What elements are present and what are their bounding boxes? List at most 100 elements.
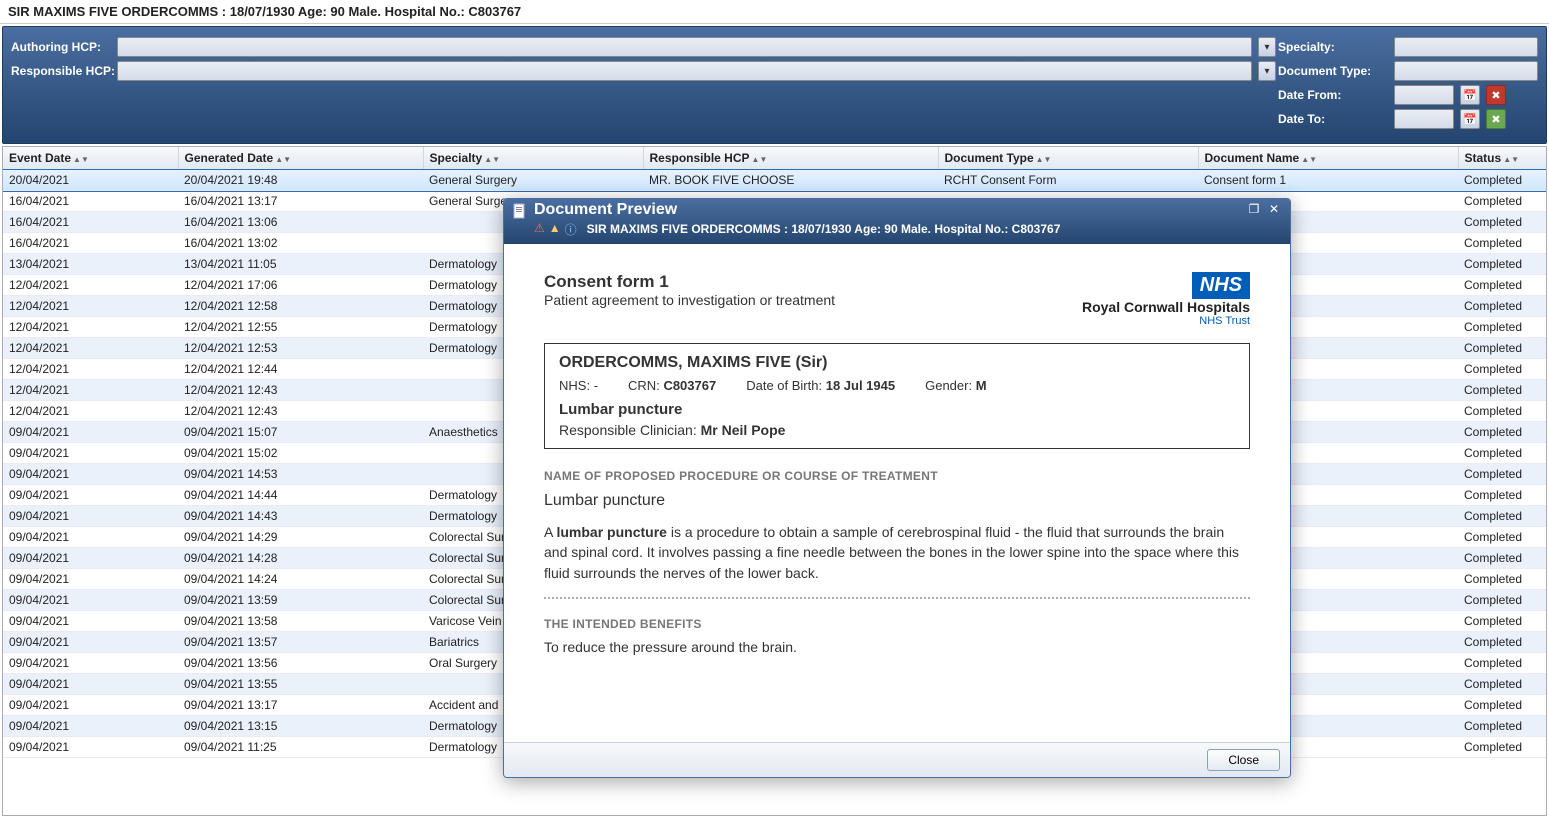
calendar-icon[interactable]: 📅: [1460, 85, 1480, 105]
close-icon[interactable]: ✕: [1266, 203, 1282, 217]
cell-generatedDate: 09/04/2021 14:24: [178, 569, 423, 590]
sort-icon: ▲▼: [1301, 155, 1317, 164]
cell-eventDate: 09/04/2021: [3, 506, 178, 527]
col-responsible-hcp[interactable]: Responsible HCP▲▼: [643, 147, 938, 170]
cell-eventDate: 12/04/2021: [3, 317, 178, 338]
cell-status: Completed: [1458, 338, 1547, 359]
cell-eventDate: 09/04/2021: [3, 716, 178, 737]
cell-eventDate: 09/04/2021: [3, 548, 178, 569]
cell-generatedDate: 09/04/2021 13:58: [178, 611, 423, 632]
cell-status: Completed: [1458, 737, 1547, 758]
crn-label: CRN:: [628, 378, 660, 393]
cell-status: Completed: [1458, 233, 1547, 254]
dialog-titlebar[interactable]: Document Preview ⚠ ▲ ⓘ SIR MAXIMS FIVE O…: [504, 199, 1290, 244]
col-event-date[interactable]: Event Date▲▼: [3, 147, 178, 170]
nhs-logo: NHS Royal Cornwall Hospitals NHS Trust: [1082, 272, 1250, 327]
responsible-hcp-dropdown[interactable]: [1258, 61, 1276, 81]
cell-generatedDate: 09/04/2021 14:44: [178, 485, 423, 506]
cell-eventDate: 16/04/2021: [3, 212, 178, 233]
maximize-icon[interactable]: ❐: [1246, 203, 1262, 217]
cell-generatedDate: 16/04/2021 13:02: [178, 233, 423, 254]
cell-eventDate: 12/04/2021: [3, 275, 178, 296]
cell-generatedDate: 16/04/2021 13:17: [178, 191, 423, 212]
responsible-clinician-value: Mr Neil Pope: [701, 422, 786, 438]
cell-status: Completed: [1458, 485, 1547, 506]
cell-status: Completed: [1458, 275, 1547, 296]
info-icon: ⓘ: [565, 221, 577, 238]
cell-generatedDate: 13/04/2021 11:05: [178, 254, 423, 275]
cell-eventDate: 12/04/2021: [3, 401, 178, 422]
close-button[interactable]: Close: [1207, 749, 1280, 771]
table-row[interactable]: 20/04/202120/04/2021 19:48General Surger…: [3, 170, 1547, 191]
sort-icon: ▲▼: [73, 155, 89, 164]
dob-label: Date of Birth:: [746, 378, 822, 393]
cell-generatedDate: 09/04/2021 13:55: [178, 674, 423, 695]
trust-name: Royal Cornwall Hospitals: [1082, 299, 1250, 315]
form-title: Consent form 1: [544, 272, 835, 292]
date-to-label: Date To:: [1278, 112, 1388, 126]
col-document-name[interactable]: Document Name▲▼: [1198, 147, 1458, 170]
cell-eventDate: 09/04/2021: [3, 611, 178, 632]
alert-icon: ⚠: [534, 221, 545, 238]
clear-date-to-button[interactable]: ✖: [1486, 109, 1506, 129]
cell-status: Completed: [1458, 170, 1547, 191]
gender-label: Gender:: [925, 378, 972, 393]
calendar-icon[interactable]: 📅: [1460, 109, 1480, 129]
nhs-value: -: [594, 378, 598, 393]
document-type-input[interactable]: [1394, 61, 1538, 81]
cell-eventDate: 20/04/2021: [3, 170, 178, 191]
cell-status: Completed: [1458, 548, 1547, 569]
dialog-body[interactable]: Consent form 1 Patient agreement to inve…: [504, 244, 1290, 742]
cell-status: Completed: [1458, 401, 1547, 422]
cell-status: Completed: [1458, 191, 1547, 212]
specialty-input[interactable]: [1394, 37, 1538, 57]
col-generated-date[interactable]: Generated Date▲▼: [178, 147, 423, 170]
warning-icon: ▲: [549, 221, 561, 238]
cell-generatedDate: 20/04/2021 19:48: [178, 170, 423, 191]
sort-icon: ▲▼: [275, 155, 291, 164]
cell-generatedDate: 12/04/2021 12:43: [178, 380, 423, 401]
authoring-hcp-input[interactable]: [117, 37, 1252, 57]
date-from-input[interactable]: [1394, 85, 1454, 105]
cell-status: Completed: [1458, 212, 1547, 233]
responsible-hcp-label: Responsible HCP:: [11, 64, 111, 78]
col-specialty[interactable]: Specialty▲▼: [423, 147, 643, 170]
dialog-title: Document Preview: [534, 201, 1240, 219]
cell-eventDate: 09/04/2021: [3, 443, 178, 464]
responsible-hcp-input[interactable]: [117, 61, 1252, 81]
cell-specialty: General Surgery: [423, 170, 643, 191]
benefits-text: To reduce the pressure around the brain.: [544, 637, 1250, 657]
col-document-type[interactable]: Document Type▲▼: [938, 147, 1198, 170]
cell-generatedDate: 16/04/2021 13:06: [178, 212, 423, 233]
cell-generatedDate: 09/04/2021 14:43: [178, 506, 423, 527]
cell-status: Completed: [1458, 422, 1547, 443]
section-divider: [544, 597, 1250, 599]
dialog-footer: Close: [504, 742, 1290, 777]
clear-date-from-button[interactable]: ✖: [1486, 85, 1506, 105]
cell-status: Completed: [1458, 653, 1547, 674]
cell-status: Completed: [1458, 317, 1547, 338]
authoring-hcp-dropdown[interactable]: [1258, 37, 1276, 57]
cell-eventDate: 12/04/2021: [3, 338, 178, 359]
cell-eventDate: 12/04/2021: [3, 380, 178, 401]
trust-subtitle: NHS Trust: [1082, 315, 1250, 327]
cell-generatedDate: 09/04/2021 14:53: [178, 464, 423, 485]
cell-status: Completed: [1458, 632, 1547, 653]
cell-status: Completed: [1458, 569, 1547, 590]
table-header-row: Event Date▲▼ Generated Date▲▼ Specialty▲…: [3, 147, 1547, 170]
cell-status: Completed: [1458, 716, 1547, 737]
cell-eventDate: 09/04/2021: [3, 590, 178, 611]
cell-status: Completed: [1458, 464, 1547, 485]
date-to-input[interactable]: [1394, 109, 1454, 129]
cell-status: Completed: [1458, 506, 1547, 527]
cell-eventDate: 09/04/2021: [3, 695, 178, 716]
col-status[interactable]: Status▲▼: [1458, 147, 1547, 170]
cell-generatedDate: 09/04/2021 14:28: [178, 548, 423, 569]
nhs-logo-box: NHS: [1192, 272, 1250, 299]
cell-status: Completed: [1458, 254, 1547, 275]
patient-name: ORDERCOMMS, MAXIMS FIVE (Sir): [559, 354, 1235, 372]
dialog-subtitle: SIR MAXIMS FIVE ORDERCOMMS : 18/07/1930 …: [587, 222, 1061, 236]
cell-status: Completed: [1458, 527, 1547, 548]
form-subtitle: Patient agreement to investigation or tr…: [544, 292, 835, 308]
cell-eventDate: 16/04/2021: [3, 233, 178, 254]
